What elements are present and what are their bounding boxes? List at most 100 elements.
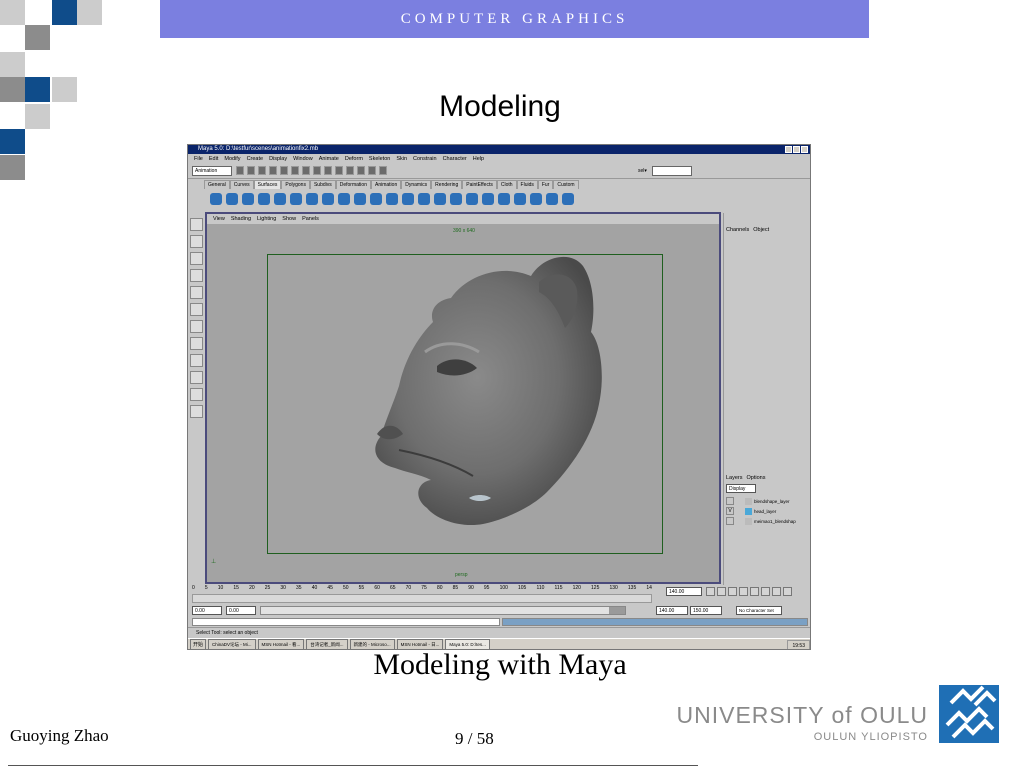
menu-create[interactable]: Create [244, 155, 267, 163]
vp-menu-view[interactable]: View [210, 214, 228, 224]
shelf-tab-curves[interactable]: Curves [229, 180, 254, 189]
rebuild-icon[interactable] [562, 193, 574, 205]
ipr-render-icon[interactable] [368, 166, 376, 175]
tab-object[interactable]: Object [753, 227, 769, 233]
select-tool-icon[interactable] [190, 218, 203, 231]
close-icon[interactable] [801, 146, 808, 153]
tab-channels[interactable]: Channels [726, 227, 749, 233]
stitch-icon[interactable] [514, 193, 526, 205]
go-to-end-icon[interactable] [783, 587, 792, 596]
layer-row[interactable]: blendshape_layer [726, 497, 806, 506]
nurbs-torus-icon[interactable] [290, 193, 302, 205]
menu-skeleton[interactable]: Skeleton [366, 155, 393, 163]
command-input[interactable] [192, 618, 500, 626]
render-globals-icon[interactable] [379, 166, 387, 175]
shelf-tab-polygons[interactable]: Polygons [281, 180, 310, 189]
select-hierarchy-icon[interactable] [269, 166, 277, 175]
layer-row[interactable]: V head_layer [726, 507, 806, 516]
snap-point-icon[interactable] [324, 166, 332, 175]
graph-layout-icon[interactable] [190, 388, 203, 401]
bevel-icon[interactable] [418, 193, 430, 205]
untrim-icon[interactable] [450, 193, 462, 205]
vp-menu-show[interactable]: Show [279, 214, 299, 224]
range-thumb[interactable] [609, 607, 625, 614]
align-icon[interactable] [498, 193, 510, 205]
menu-constrain[interactable]: Constrain [410, 155, 440, 163]
layer-visibility[interactable] [726, 497, 734, 505]
range-start-field[interactable]: 0.00 [192, 606, 222, 615]
step-back-frame-icon[interactable] [728, 587, 737, 596]
single-view-icon[interactable] [190, 320, 203, 333]
select-component-icon[interactable] [291, 166, 299, 175]
go-to-start-icon[interactable] [706, 587, 715, 596]
offset-icon[interactable] [546, 193, 558, 205]
extrude-icon[interactable] [354, 193, 366, 205]
maximize-icon[interactable] [793, 146, 800, 153]
tab-options[interactable]: Options [747, 475, 766, 481]
revolve-icon[interactable] [306, 193, 318, 205]
snap-grid-icon[interactable] [302, 166, 310, 175]
range-start2-field[interactable]: 0.00 [226, 606, 256, 615]
loft-icon[interactable] [322, 193, 334, 205]
play-back-icon[interactable] [739, 587, 748, 596]
minimize-icon[interactable] [785, 146, 792, 153]
selection-input[interactable] [652, 166, 692, 176]
attach-icon[interactable] [466, 193, 478, 205]
shelf-tab-rendering[interactable]: Rendering [431, 180, 463, 189]
render-icon[interactable] [357, 166, 365, 175]
four-view-icon[interactable] [190, 337, 203, 350]
snap-plane-icon[interactable] [335, 166, 343, 175]
menu-help[interactable]: Help [470, 155, 487, 163]
nurbs-cube-icon[interactable] [226, 193, 238, 205]
move-tool-icon[interactable] [190, 252, 203, 265]
time-slider[interactable]: 0 5 10 15 20 25 30 35 40 45 50 55 60 65 70 75 80 85 90 95 10… [188, 585, 810, 605]
vp-menu-panels[interactable]: Panels [299, 214, 322, 224]
shelf-tab-general[interactable]: General [204, 180, 230, 189]
vp-menu-shading[interactable]: Shading [228, 214, 254, 224]
new-scene-icon[interactable] [236, 166, 244, 175]
nurbs-cylinder-icon[interactable] [242, 193, 254, 205]
fillet-icon[interactable] [530, 193, 542, 205]
menu-deform[interactable]: Deform [342, 155, 366, 163]
shelf-tab-surfaces[interactable]: Surfaces [253, 180, 282, 189]
shelf-tab-fluids[interactable]: Fluids [516, 180, 538, 189]
range-bar[interactable] [260, 606, 626, 615]
range-end-field[interactable]: 140.00 [656, 606, 688, 615]
planar-icon[interactable] [338, 193, 350, 205]
step-forward-key-icon[interactable] [772, 587, 781, 596]
hypershade-layout-icon[interactable] [190, 405, 203, 418]
shelf-tab-fur[interactable]: Fur [537, 180, 554, 189]
open-scene-icon[interactable] [247, 166, 255, 175]
step-back-key-icon[interactable] [717, 587, 726, 596]
boundary-icon[interactable] [386, 193, 398, 205]
layer-visibility[interactable]: V [726, 507, 734, 515]
menu-file[interactable]: File [191, 155, 206, 163]
shelf-tab-painteffects[interactable]: PaintEffects [462, 180, 497, 189]
lasso-tool-icon[interactable] [190, 235, 203, 248]
birail-icon[interactable] [370, 193, 382, 205]
layer-visibility[interactable] [726, 517, 734, 525]
layer-row[interactable]: meimao1_blendshap [726, 517, 806, 526]
nurbs-cone-icon[interactable] [258, 193, 270, 205]
step-forward-frame-icon[interactable] [761, 587, 770, 596]
shelf-tab-dynamics[interactable]: Dynamics [401, 180, 432, 189]
rotate-tool-icon[interactable] [190, 269, 203, 282]
vp-menu-lighting[interactable]: Lighting [254, 214, 279, 224]
play-forward-icon[interactable] [750, 587, 759, 596]
layout-icon[interactable] [190, 354, 203, 367]
menu-modify[interactable]: Modify [221, 155, 243, 163]
square-icon[interactable] [402, 193, 414, 205]
shelf-tab-subdivs[interactable]: Subdivs [309, 180, 336, 189]
shelf-tab-cloth[interactable]: Cloth [496, 180, 517, 189]
scale-tool-icon[interactable] [190, 286, 203, 299]
lioness-head-model[interactable] [333, 236, 633, 556]
menu-edit[interactable]: Edit [206, 155, 221, 163]
tab-layers[interactable]: Layers [726, 475, 743, 481]
menu-character[interactable]: Character [440, 155, 470, 163]
time-ruler[interactable] [192, 594, 652, 603]
nurbs-sphere-icon[interactable] [210, 193, 222, 205]
menu-display[interactable]: Display [266, 155, 290, 163]
outliner-layout-icon[interactable] [190, 371, 203, 384]
select-object-icon[interactable] [280, 166, 288, 175]
shelf-tab-custom[interactable]: Custom [553, 180, 579, 189]
